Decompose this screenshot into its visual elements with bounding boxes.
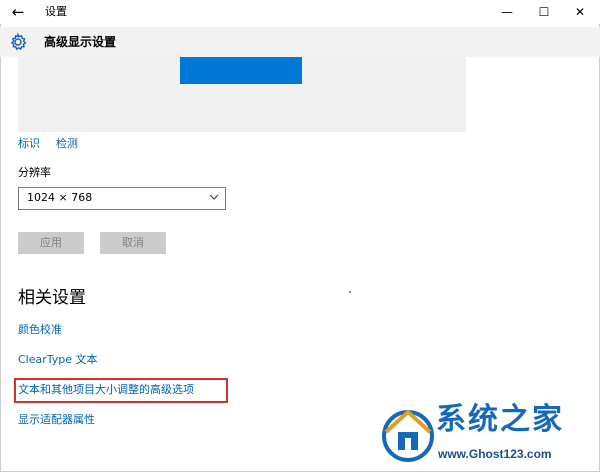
monitor-tile[interactable] xyxy=(180,57,302,84)
display-adapter-properties-link[interactable]: 显示适配器属性 xyxy=(18,413,95,427)
cleartype-text-link[interactable]: ClearType 文本 xyxy=(18,353,98,367)
chevron-down-icon xyxy=(209,194,219,200)
page-header: 高级显示设置 xyxy=(0,27,600,57)
title-bar: ← 设置 — ☐ ✕ xyxy=(0,0,600,24)
color-calibration-link[interactable]: 颜色校准 xyxy=(18,323,62,337)
stray-dot xyxy=(349,291,351,293)
watermark: 系统之家 www.Ghost123.com xyxy=(378,398,600,472)
minimize-icon[interactable]: — xyxy=(490,0,524,24)
identify-link[interactable]: 标识 xyxy=(18,137,40,151)
gear-icon xyxy=(10,32,27,51)
page-title: 高级显示设置 xyxy=(44,35,117,49)
resolution-label: 分辨率 xyxy=(18,166,51,179)
back-arrow-icon[interactable]: ← xyxy=(9,3,27,21)
detect-link[interactable]: 检测 xyxy=(56,137,78,151)
watermark-url: www.Ghost123.com xyxy=(438,447,552,461)
resolution-value: 1024 × 768 xyxy=(27,191,93,204)
resolution-dropdown[interactable]: 1024 × 768 xyxy=(18,187,226,210)
close-icon[interactable]: ✕ xyxy=(563,0,597,24)
house-logo-icon xyxy=(382,409,434,462)
related-settings-title: 相关设置 xyxy=(18,288,86,308)
window-title: 设置 xyxy=(45,5,67,18)
cancel-button[interactable]: 取消 xyxy=(100,232,166,254)
highlight-box xyxy=(14,378,228,403)
apply-button[interactable]: 应用 xyxy=(18,232,84,254)
watermark-title: 系统之家 xyxy=(436,402,564,437)
display-preview xyxy=(18,57,466,132)
maximize-icon[interactable]: ☐ xyxy=(527,0,561,24)
